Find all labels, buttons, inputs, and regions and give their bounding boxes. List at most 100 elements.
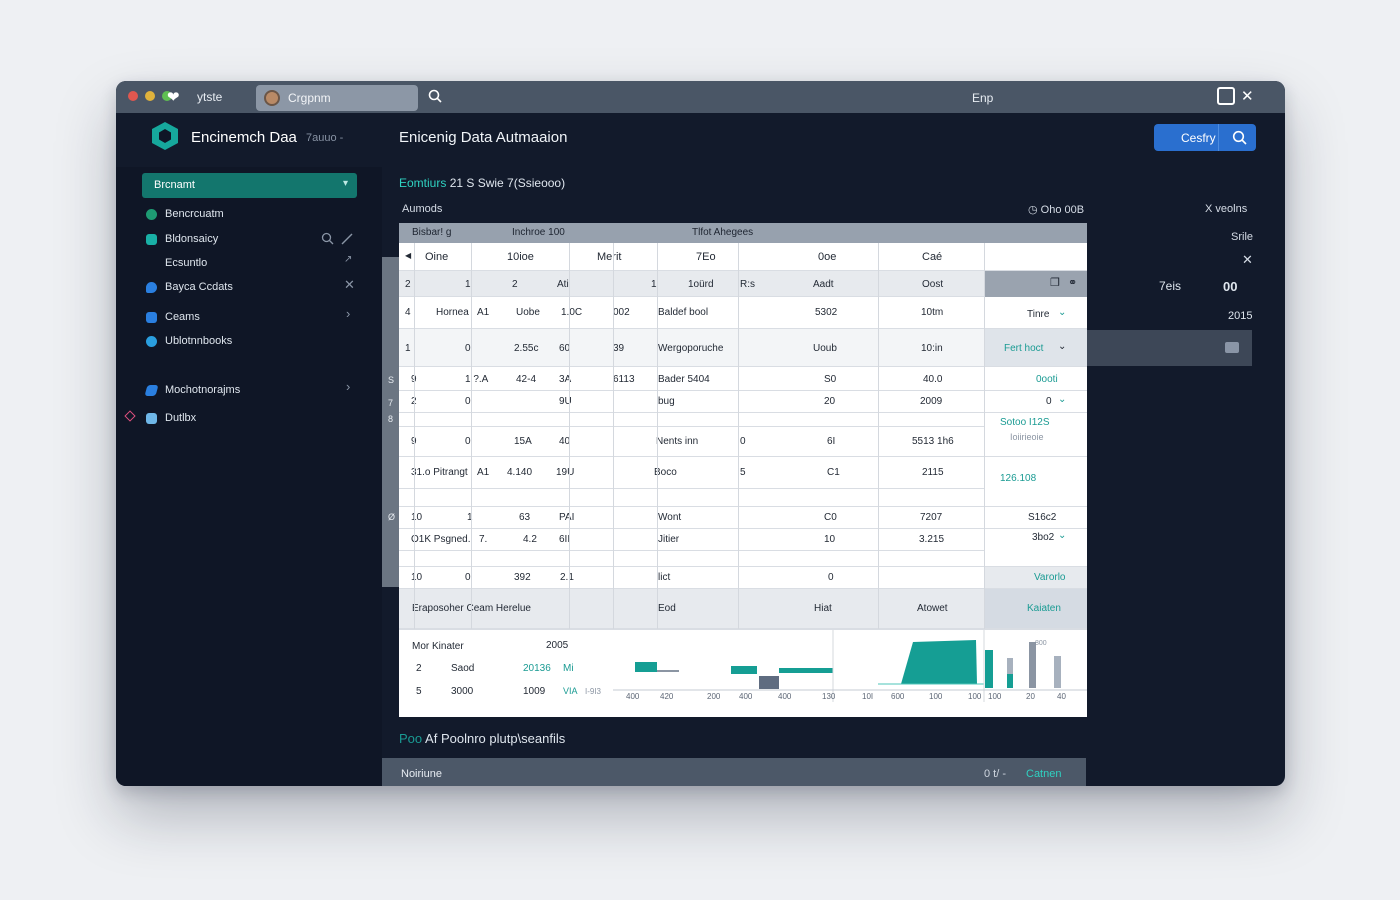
sidebar-item-label: Bayca Ccdats (165, 281, 233, 293)
subheader-cell: 2 (405, 279, 411, 290)
filter-label[interactable]: ◷ Oho 00B (1028, 203, 1084, 216)
close-icon[interactable]: ✕ (1242, 252, 1253, 268)
table-cell: Bader 5404 (658, 374, 710, 385)
title-bar: ❤ ytste Crgpnm Enp ✕ (116, 81, 1285, 113)
table-cell: Wergoporuche (658, 343, 724, 354)
right-panel-selected[interactable] (1087, 330, 1252, 366)
table-cell: 31.o Pitrangt (411, 467, 468, 478)
table-cell: Atowet (917, 603, 948, 614)
sidebar-item-1[interactable]: Bldonsaicy (146, 230, 218, 248)
tick-label: 130 (822, 692, 836, 701)
tick-label: 100 (988, 692, 1002, 701)
chevron-right-icon[interactable]: › (346, 306, 350, 321)
external-window-icon[interactable] (1217, 87, 1235, 105)
footer-accent: Poo (399, 731, 423, 746)
sidebar-active-label: Brcnamt (154, 179, 195, 191)
sidebar-item-0[interactable]: Bencrcuatm (146, 205, 224, 223)
view-toggle[interactable]: X veolns (1205, 203, 1247, 215)
footer-link[interactable]: Catnen (1026, 768, 1061, 780)
create-button[interactable]: Cesfry (1154, 124, 1256, 151)
status-cell[interactable]: 126.108 (984, 457, 1087, 507)
status-cell[interactable]: Fert hoct ⌄ (984, 329, 1087, 367)
copy-icon[interactable]: ❐ (1050, 276, 1060, 289)
workspace-dropdown[interactable]: 7auuo - (306, 132, 343, 144)
gutter-label: 8 (388, 414, 394, 424)
sidebar-item-7[interactable]: Dutlbx (146, 409, 196, 427)
panel-col-label: 7eis (1159, 279, 1182, 293)
table-cell: 6113 (613, 374, 635, 385)
chevron-right-icon[interactable]: › (346, 379, 350, 394)
status-cell[interactable]: Sotoo I12S Ioiirieoie (984, 413, 1087, 457)
column-header[interactable]: Merit (597, 251, 621, 263)
close-icon[interactable]: ✕ (344, 277, 355, 293)
mini-bar-chart: 400 420 200 400 400 130 10I 600 100 100 … (613, 630, 1087, 702)
sidebar-item-5[interactable]: Ublotnnbooks (146, 332, 232, 350)
table-cell: 392 (514, 572, 531, 583)
table-cell: O1K Psgned. (411, 534, 471, 545)
table-cell: 0ooti (1036, 374, 1058, 385)
footer-dropdown[interactable]: 0 t/ - (984, 768, 1006, 780)
subtitle-accent: Eomtiurs (399, 176, 447, 190)
edit-icon[interactable] (340, 232, 354, 246)
close-window-button[interactable] (128, 91, 138, 101)
minimize-window-button[interactable] (145, 91, 155, 101)
globe-icon (146, 335, 157, 347)
pin-icon[interactable]: ↗ (344, 254, 352, 265)
table-cell: Mi (563, 663, 574, 674)
refresh-icon[interactable]: ⚭ (1068, 276, 1077, 289)
tick-label: 20 (1026, 692, 1035, 701)
status-cell[interactable]: Varorlo (984, 567, 1087, 589)
table-cell: 19U (556, 467, 575, 478)
tick-label: 100 (929, 692, 943, 701)
sidebar-item-3[interactable]: Bayca Ccdats (146, 278, 233, 296)
column-header[interactable]: 7Eo (696, 251, 716, 263)
subheader-cell: R:s (740, 279, 755, 290)
table-cell: 1 (405, 343, 411, 354)
status-cell[interactable]: Kaiaten (984, 589, 1087, 629)
sidebar-item-label: Dutlbx (165, 412, 197, 424)
browser-tab[interactable]: Crgpnm (256, 85, 418, 111)
table-cell: PAI (559, 512, 575, 523)
table-cell: 2009 (920, 396, 943, 407)
tick-label: 200 (707, 692, 721, 701)
table-cell: A1 (477, 307, 490, 318)
search-icon[interactable] (321, 232, 334, 245)
sidebar-item-active[interactable]: Brcnamt ▾ (142, 173, 357, 198)
grid-icon (146, 311, 157, 323)
sidebar-item-label: Ublotnnbooks (165, 335, 233, 347)
table-cell: Hornea (436, 307, 469, 318)
column-header[interactable]: Caé (922, 251, 942, 263)
table-cell: 10 (411, 572, 423, 583)
status-icon (146, 208, 157, 220)
gutter-label: Ø (388, 512, 396, 522)
sidebar-item-2[interactable]: Ecsuntlo (165, 254, 207, 272)
search-icon[interactable] (428, 89, 442, 103)
table-cell: 0 (465, 396, 471, 407)
table-cell: 3bo2 (1032, 532, 1055, 543)
table-cell: 2005 (546, 640, 569, 651)
sidebar-item-4[interactable]: Ceams (146, 308, 200, 326)
create-button-label: Cesfry (1181, 130, 1216, 145)
sidebar-item-6[interactable]: Mochotnorajms (144, 381, 240, 399)
column-header[interactable]: 0oe (818, 251, 836, 263)
status-cell[interactable]: 3bo2 ⌄ (984, 529, 1087, 567)
table-cell: 2.1 (560, 572, 574, 583)
status-cell[interactable]: 0ooti (984, 367, 1087, 391)
chart-area-fill (901, 640, 977, 684)
app-window: ❤ ytste Crgpnm Enp ✕ Encinemch Daa 7auuo… (116, 81, 1285, 786)
status-cell[interactable]: 0 ⌄ (984, 391, 1087, 413)
sort-icon[interactable]: ◀ (405, 251, 411, 260)
table-cell: 10tm (921, 307, 944, 318)
tick-label: 400 (739, 692, 753, 701)
status-cell[interactable]: Tinre ⌄ (984, 297, 1087, 329)
close-icon[interactable]: ✕ (1241, 87, 1254, 105)
column-header[interactable]: Oine (425, 251, 448, 263)
status-cell[interactable]: S16c2 (984, 507, 1087, 529)
table-cell: 126.108 (1000, 473, 1037, 484)
column-header[interactable]: 10ioe (507, 251, 534, 263)
image-icon (1225, 342, 1239, 353)
database-icon (146, 233, 157, 245)
heart-icon[interactable]: ❤ (167, 88, 180, 106)
chart-bar (759, 676, 779, 689)
search-icon[interactable] (1232, 130, 1247, 145)
